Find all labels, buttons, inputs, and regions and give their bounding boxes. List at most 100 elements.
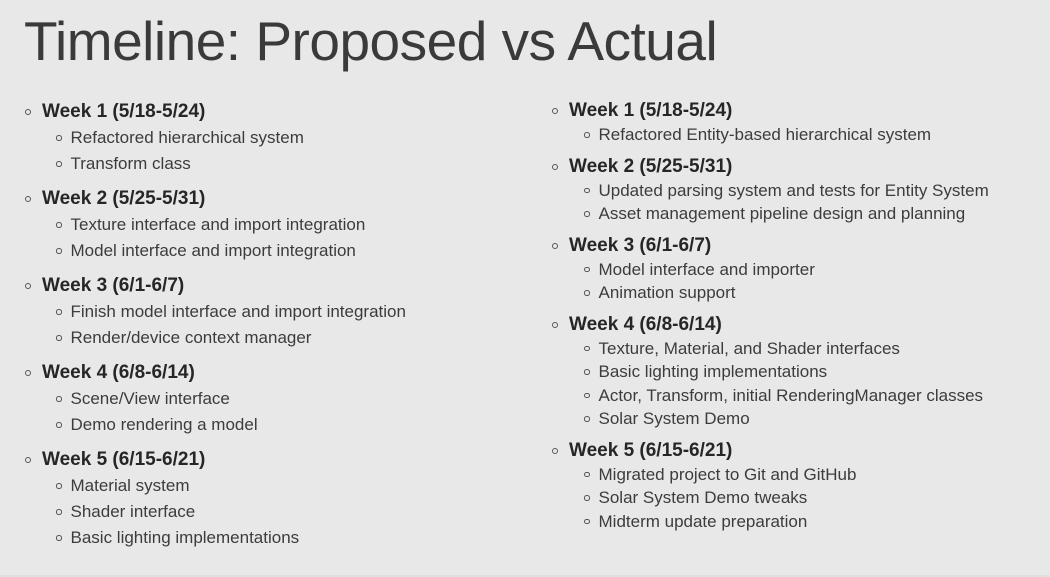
- list-item: Texture interface and import integration: [18, 212, 518, 238]
- list-item: Model interface and importer: [548, 258, 1043, 282]
- proposed-timeline-column: Week 1 (5/18-5/24) Refactored hierarchica…: [18, 98, 518, 551]
- page-title: Timeline: Proposed vs Actual: [24, 10, 718, 72]
- circle-bullet-icon: [56, 135, 62, 141]
- circle-bullet-icon: [56, 161, 62, 167]
- list-item-label: Finish model interface and import integr…: [70, 302, 406, 321]
- circle-bullet-icon: [584, 495, 590, 501]
- list-item: Migrated project to Git and GitHub: [548, 463, 1043, 487]
- list-item-label: Model interface and import integration: [70, 241, 356, 260]
- week-heading-row: Week 4 (6/8-6/14): [18, 359, 518, 386]
- circle-bullet-icon: [584, 187, 590, 193]
- week-heading-row: Week 1 (5/18-5/24): [548, 98, 1043, 123]
- list-item: Animation support: [548, 281, 1043, 305]
- circle-bullet-icon: [584, 392, 590, 398]
- week-heading-row: Week 3 (6/1-6/7): [18, 272, 518, 299]
- list-item-label: Texture, Material, and Shader interfaces: [598, 338, 900, 358]
- list-item-label: Shader interface: [70, 502, 196, 521]
- list-item: Basic lighting implementations: [18, 525, 518, 551]
- circle-bullet-icon: [584, 132, 590, 138]
- circle-bullet-icon: [25, 196, 31, 202]
- circle-bullet-icon: [584, 345, 590, 351]
- list-item-label: Actor, Transform, initial RenderingManag…: [598, 385, 984, 405]
- list-item: Actor, Transform, initial RenderingManag…: [548, 384, 1043, 408]
- circle-bullet-icon: [552, 108, 558, 114]
- list-item-label: Basic lighting implementations: [598, 362, 828, 381]
- week-heading-label: Week 3 (6/1-6/7): [42, 275, 185, 296]
- list-item-label: Transform class: [70, 154, 191, 173]
- list-item: Updated parsing system and tests for Ent…: [548, 179, 1043, 203]
- list-item-label: Refactored Entity-based hierarchical sys…: [598, 125, 932, 144]
- circle-bullet-icon: [584, 290, 590, 296]
- list-item-label: Solar System Demo: [598, 409, 750, 428]
- list-item: Material system: [18, 473, 518, 499]
- list-item-label: Render/device context manager: [70, 328, 312, 347]
- week-heading-label: Week 2 (5/25-5/31): [569, 155, 733, 177]
- circle-bullet-icon: [56, 422, 62, 428]
- list-item-label: Asset management pipeline design and pla…: [598, 204, 966, 223]
- list-item-label: Texture interface and import integration: [70, 215, 366, 234]
- list-item: Render/device context manager: [18, 325, 518, 351]
- circle-bullet-icon: [56, 396, 62, 402]
- week-heading-label: Week 5 (6/15-6/21): [42, 449, 206, 470]
- list-item-label: Animation support: [598, 283, 736, 302]
- list-item-label: Material system: [70, 476, 190, 495]
- list-item: Finish model interface and import integr…: [18, 299, 518, 325]
- week-heading-row: Week 5 (6/15-6/21): [548, 438, 1043, 463]
- list-item: Model interface and import integration: [18, 238, 518, 264]
- week-group: Week 1 (5/18-5/24) Refactored Entity-base…: [548, 98, 1043, 147]
- list-item: Scene/View interface: [18, 386, 518, 412]
- list-item-label: Demo rendering a model: [70, 415, 258, 434]
- week-group: Week 1 (5/18-5/24) Refactored hierarchica…: [18, 98, 518, 177]
- list-item: Texture, Material, and Shader interfaces: [548, 337, 1043, 361]
- circle-bullet-icon: [56, 335, 62, 341]
- list-item-label: Midterm update preparation: [598, 511, 808, 531]
- circle-bullet-icon: [552, 242, 558, 249]
- list-item-label: Migrated project to Git and GitHub: [598, 464, 857, 484]
- circle-bullet-icon: [25, 283, 31, 289]
- week-heading-row: Week 1 (5/18-5/24): [18, 98, 518, 125]
- circle-bullet-icon: [56, 248, 62, 254]
- timeline-columns: Week 1 (5/18-5/24) Refactored hierarchica…: [0, 98, 1050, 568]
- circle-bullet-icon: [25, 457, 31, 463]
- week-heading-label: Week 1 (5/18-5/24): [42, 101, 206, 122]
- circle-bullet-icon: [56, 222, 62, 228]
- list-item: Shader interface: [18, 499, 518, 525]
- week-heading-row: Week 4 (6/8-6/14): [548, 312, 1043, 337]
- week-group: Week 3 (6/1-6/7) Model interface and impo…: [548, 233, 1043, 305]
- circle-bullet-icon: [584, 211, 590, 217]
- circle-bullet-icon: [56, 535, 62, 541]
- list-item: Midterm update preparation: [548, 510, 1043, 534]
- week-heading-label: Week 4 (6/8-6/14): [42, 362, 195, 383]
- list-item: Asset management pipeline design and pla…: [548, 202, 1043, 226]
- circle-bullet-icon: [552, 447, 558, 454]
- week-group: Week 4 (6/8-6/14) Texture, Material, and …: [548, 312, 1043, 431]
- list-item-label: Basic lighting implementations: [70, 528, 300, 547]
- list-item-label: Solar System Demo tweaks: [598, 488, 808, 507]
- list-item: Transform class: [18, 151, 518, 177]
- list-item: Solar System Demo: [548, 407, 1043, 431]
- list-item-label: Model interface and importer: [598, 259, 815, 279]
- list-item-label: Updated parsing system and tests for Ent…: [598, 180, 989, 200]
- week-heading-row: Week 5 (6/15-6/21): [18, 446, 518, 473]
- week-heading-label: Week 3 (6/1-6/7): [569, 234, 712, 256]
- circle-bullet-icon: [584, 471, 590, 477]
- list-item: Demo rendering a model: [18, 412, 518, 438]
- week-group: Week 2 (5/25-5/31) Updated parsing system…: [548, 154, 1043, 226]
- circle-bullet-icon: [56, 483, 62, 489]
- circle-bullet-icon: [25, 370, 31, 376]
- week-group: Week 3 (6/1-6/7) Finish model interface a…: [18, 272, 518, 351]
- week-heading-row: Week 2 (5/25-5/31): [548, 154, 1043, 179]
- actual-timeline-column: Week 1 (5/18-5/24) Refactored Entity-base…: [548, 98, 1043, 533]
- list-item: Refactored Entity-based hierarchical sys…: [548, 123, 1043, 147]
- list-item-label: Refactored hierarchical system: [70, 128, 304, 147]
- circle-bullet-icon: [56, 309, 62, 315]
- week-group: Week 5 (6/15-6/21) Material system Shader …: [18, 446, 518, 551]
- circle-bullet-icon: [584, 266, 590, 272]
- circle-bullet-icon: [584, 369, 590, 375]
- circle-bullet-icon: [584, 416, 590, 422]
- list-item: Solar System Demo tweaks: [548, 486, 1043, 510]
- list-item-label: Scene/View interface: [70, 389, 230, 408]
- list-item: Basic lighting implementations: [548, 360, 1043, 384]
- circle-bullet-icon: [552, 321, 558, 328]
- week-group: Week 5 (6/15-6/21) Migrated project to Gi…: [548, 438, 1043, 534]
